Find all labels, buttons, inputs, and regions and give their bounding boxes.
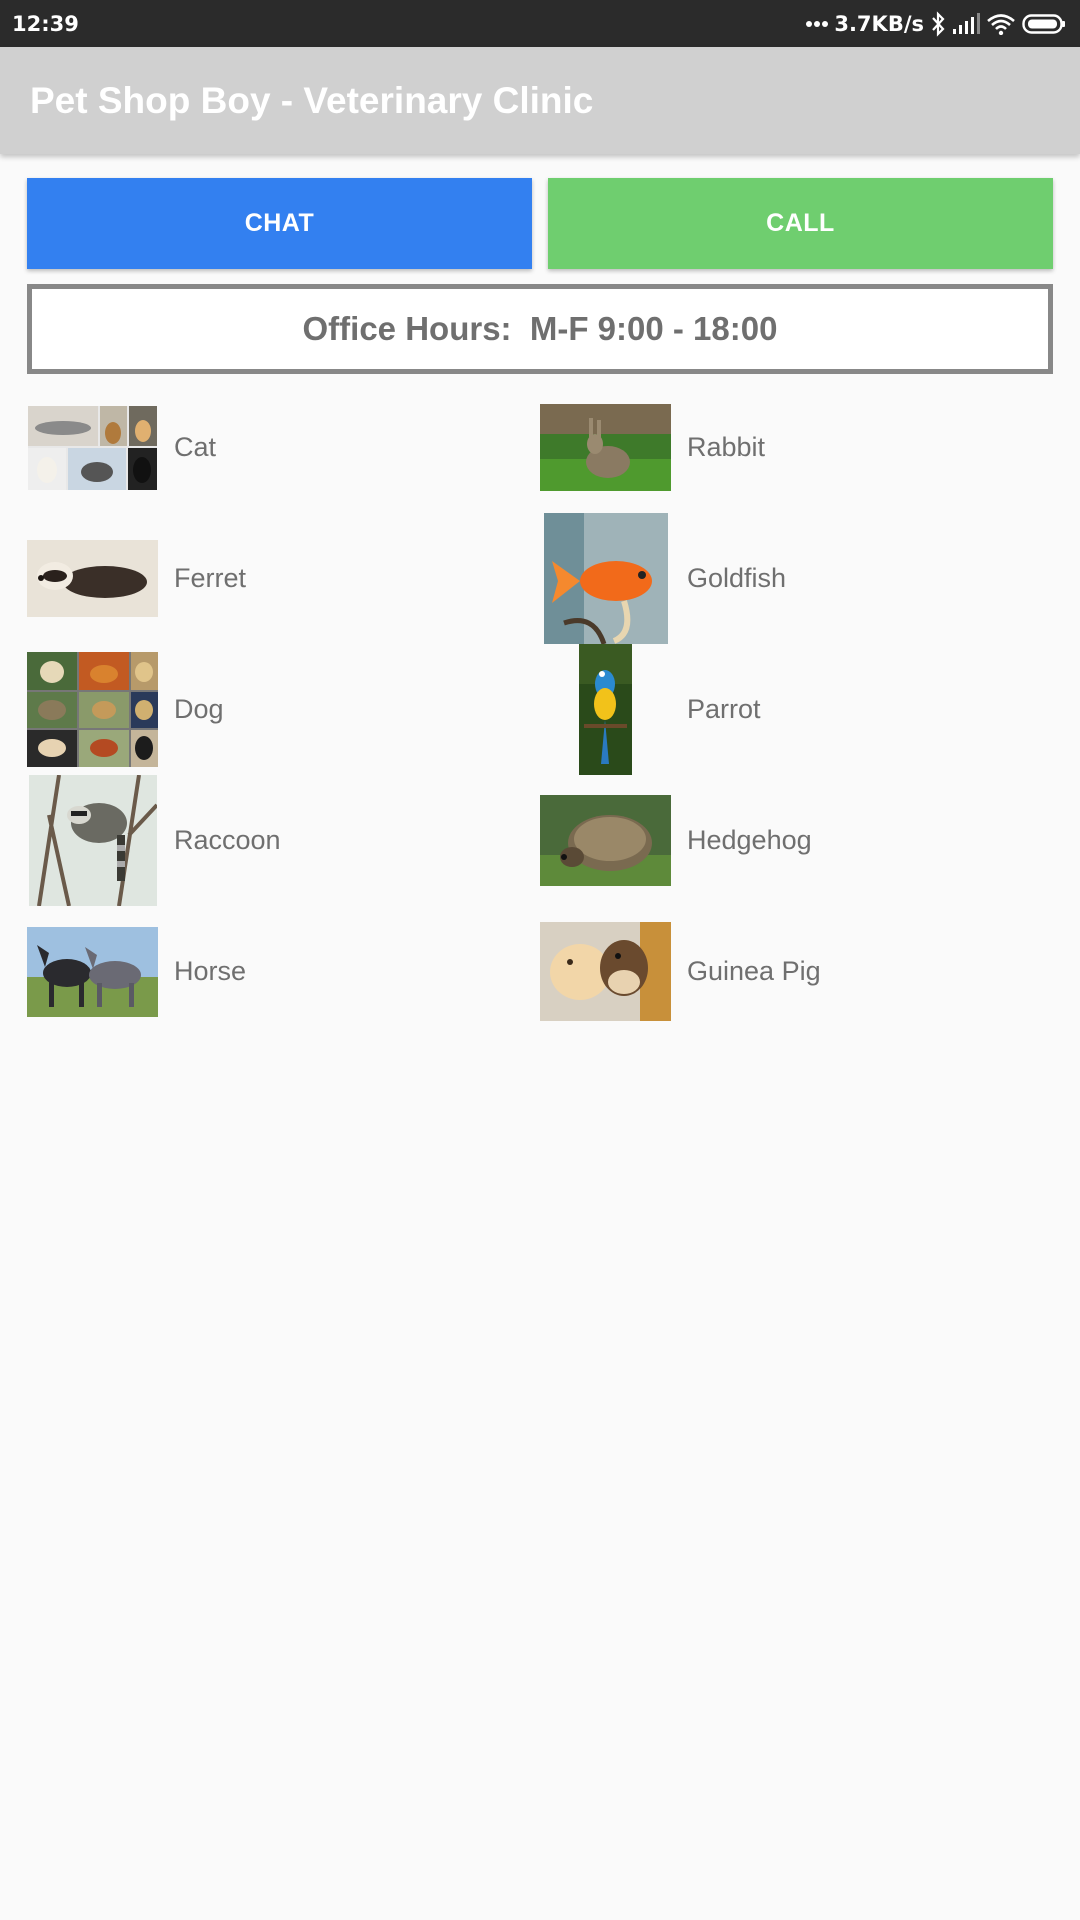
battery-icon: [1022, 13, 1066, 35]
animal-label: Horse: [174, 956, 247, 986]
animal-label: Dog: [174, 694, 224, 724]
horse-photo: [27, 906, 158, 1037]
raccoon-photo: [27, 775, 158, 906]
rabbit-photo: [540, 382, 671, 513]
call-button[interactable]: CALL: [548, 178, 1053, 269]
network-speed: 3.7KB/s: [834, 11, 924, 36]
status-bar: 12:39 3.7KB/s: [0, 0, 1080, 47]
animal-label: Cat: [174, 432, 217, 462]
animal-item-goldfish[interactable]: Goldfish: [540, 513, 1040, 644]
office-hours-box: Office Hours: M-F 9:00 - 18:00: [27, 284, 1053, 374]
animal-label: Guinea Pig: [687, 956, 821, 986]
animal-item-guinea-pig[interactable]: Guinea Pig: [540, 906, 1040, 1037]
animal-item-ferret[interactable]: Ferret: [27, 513, 527, 644]
animal-label: Parrot: [687, 694, 761, 724]
cat-photo: [27, 382, 158, 513]
office-hours-text: Office Hours: M-F 9:00 - 18:00: [302, 310, 778, 347]
ferret-photo: [27, 513, 158, 644]
animal-label: Raccoon: [174, 825, 281, 855]
goldfish-photo: [540, 513, 671, 644]
animal-item-parrot[interactable]: Parrot: [540, 644, 1040, 775]
chat-button[interactable]: CHAT: [27, 178, 532, 269]
bluetooth-icon: [930, 10, 946, 37]
animal-item-dog[interactable]: Dog: [27, 644, 527, 775]
hedgehog-photo: [540, 775, 671, 906]
animal-label: Goldfish: [687, 563, 787, 593]
animal-item-rabbit[interactable]: Rabbit: [540, 382, 1040, 513]
app-title: Pet Shop Boy - Veterinary Clinic: [30, 79, 594, 121]
animal-item-cat[interactable]: Cat: [27, 382, 527, 513]
signal-icon: [952, 12, 980, 35]
animal-item-hedgehog[interactable]: Hedgehog: [540, 775, 1040, 906]
guinea-pig-photo: [540, 906, 671, 1037]
animal-label: Rabbit: [687, 432, 766, 462]
wifi-icon: [986, 13, 1016, 35]
status-time: 12:39: [12, 11, 79, 36]
animal-label: Hedgehog: [687, 825, 812, 855]
parrot-photo: [540, 644, 671, 775]
animal-label: Ferret: [174, 563, 247, 593]
app-bar: Pet Shop Boy - Veterinary Clinic: [0, 47, 1080, 154]
animal-item-raccoon[interactable]: Raccoon: [27, 775, 527, 906]
status-icons: 3.7KB/s: [806, 10, 1066, 37]
dots-icon: [806, 20, 829, 28]
dog-photo: [27, 644, 158, 775]
animal-item-horse[interactable]: Horse: [27, 906, 527, 1037]
